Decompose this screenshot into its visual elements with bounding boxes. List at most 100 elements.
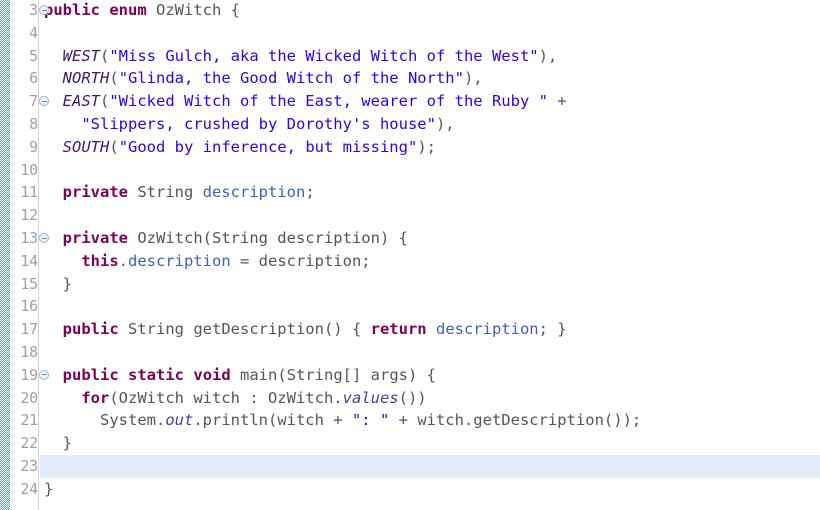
code-token: ; xyxy=(305,183,315,202)
code-line[interactable]: } xyxy=(40,273,820,296)
code-token: ": " xyxy=(351,411,390,430)
code-token: ), xyxy=(538,46,558,65)
code-token: static xyxy=(128,365,185,384)
line-number: 3 xyxy=(29,1,38,19)
code-token: description xyxy=(128,251,231,270)
line-number: 14 xyxy=(20,251,38,270)
line-number: 23 xyxy=(20,457,38,475)
code-token: out xyxy=(165,411,194,430)
code-line[interactable]: public String getDescription() { return … xyxy=(40,318,820,341)
code-token: ()) xyxy=(398,388,427,407)
fold-collapse-icon[interactable] xyxy=(39,5,49,15)
code-line[interactable] xyxy=(40,204,820,227)
code-token: ( xyxy=(100,92,110,111)
code-token: ( xyxy=(109,137,119,156)
line-number: 18 xyxy=(20,343,38,361)
line-number: 8 xyxy=(29,115,38,133)
line-number: 22 xyxy=(20,434,38,453)
code-token: private xyxy=(62,183,128,202)
line-number: 12 xyxy=(20,206,38,225)
code-line[interactable]: public static void main(String[] args) { xyxy=(40,364,820,387)
code-token: "Slippers, crushed by Dorothy's house" xyxy=(81,115,436,133)
code-token: public xyxy=(44,1,100,19)
code-token: String xyxy=(128,183,203,202)
code-token: SOUTH xyxy=(62,137,110,156)
line-number: 17 xyxy=(20,320,38,339)
line-number: 19 xyxy=(20,365,38,384)
code-token: ); xyxy=(417,137,436,156)
code-folding-column[interactable] xyxy=(38,0,52,510)
code-token: . xyxy=(118,251,128,270)
code-token: enum xyxy=(109,1,147,19)
code-line[interactable]: EAST("Wicked Witch of the East, wearer o… xyxy=(40,90,820,113)
code-line[interactable]: this.description = description; xyxy=(40,250,820,273)
code-line[interactable]: WEST("Miss Gulch, aka the Wicked Witch o… xyxy=(40,45,820,68)
code-token: = description; xyxy=(230,251,371,270)
fold-collapse-icon[interactable] xyxy=(39,96,49,107)
line-number: 20 xyxy=(20,388,38,407)
code-token: "Wicked Witch of the East, wearer of the… xyxy=(109,92,548,111)
code-token: EAST xyxy=(62,92,100,111)
code-token: values xyxy=(342,388,399,407)
code-token: + xyxy=(547,92,567,111)
code-token: ( xyxy=(109,69,119,88)
code-token: description xyxy=(202,183,306,202)
code-line[interactable]: private OzWitch(String description) { xyxy=(40,227,820,250)
code-token: ), xyxy=(463,69,483,88)
line-number: 21 xyxy=(20,411,38,430)
code-line[interactable] xyxy=(40,455,820,478)
line-number: 10 xyxy=(20,160,38,179)
code-token: + witch.getDescription()); xyxy=(389,411,642,430)
line-number: 4 xyxy=(29,23,38,42)
code-token: for xyxy=(81,388,110,407)
fold-collapse-icon[interactable] xyxy=(39,369,49,380)
code-token: .println(witch + xyxy=(193,411,352,430)
line-number: 16 xyxy=(20,297,38,316)
code-line[interactable]: public enum OzWitch { xyxy=(40,0,820,22)
line-number: 9 xyxy=(29,137,38,156)
code-token: (OzWitch witch : OzWitch. xyxy=(109,388,343,407)
annotation-overview-strip[interactable] xyxy=(0,0,10,510)
code-line[interactable]: NORTH("Glinda, the Good Witch of the Nor… xyxy=(40,67,820,90)
code-token: private xyxy=(62,229,128,247)
code-editor[interactable]: 3 4 5 6 7 8 9 10 11 12 13 14 15 16 17 18 19 20 21 22 23 24 pu… xyxy=(0,0,820,510)
code-token: NORTH xyxy=(62,69,110,88)
code-token: this xyxy=(81,251,119,270)
code-token: ( xyxy=(100,46,110,65)
line-number: 5 xyxy=(29,46,38,65)
code-token: public xyxy=(62,365,119,384)
code-text-area[interactable]: public enum OzWitch { WEST("Miss Gulch, … xyxy=(40,0,820,510)
code-line[interactable]: } xyxy=(40,432,820,455)
code-line[interactable]: private String description; xyxy=(40,181,820,204)
fold-collapse-icon[interactable] xyxy=(39,233,49,243)
code-token: String getDescription() { xyxy=(118,320,371,339)
code-token: System. xyxy=(44,411,166,430)
code-line[interactable]: } xyxy=(40,478,820,501)
code-token: "Glinda, the Good Witch of the North" xyxy=(118,69,464,88)
line-number: 6 xyxy=(29,69,38,88)
line-number: 13 xyxy=(20,229,38,247)
code-line[interactable]: for(OzWitch witch : OzWitch.values()) xyxy=(40,387,820,410)
code-line[interactable]: SOUTH("Good by inference, but missing"); xyxy=(40,136,820,159)
code-line[interactable] xyxy=(40,295,820,318)
line-number-gutter: 3 4 5 6 7 8 9 10 11 12 13 14 15 16 17 18 19 20 21 22 23 24 xyxy=(10,0,38,510)
code-token: "Good by inference, but missing" xyxy=(118,137,418,156)
code-line[interactable]: System.out.println(witch + ": " + witch.… xyxy=(40,409,820,432)
code-line[interactable]: "Slippers, crushed by Dorothy's house"), xyxy=(40,113,820,136)
line-number: 11 xyxy=(20,183,38,202)
code-line[interactable] xyxy=(40,341,820,364)
code-token: main(String[] args) { xyxy=(230,365,436,384)
code-token: ; } xyxy=(538,320,567,339)
line-number: 24 xyxy=(20,479,38,498)
code-token: OzWitch { xyxy=(146,1,240,19)
code-token: OzWitch(String description) { xyxy=(128,229,408,247)
code-token: ), xyxy=(435,115,455,133)
line-number: 15 xyxy=(20,274,38,293)
code-line[interactable] xyxy=(40,159,820,182)
code-line[interactable] xyxy=(40,22,820,45)
code-token: "Miss Gulch, aka the Wicked Witch of the… xyxy=(109,46,539,65)
